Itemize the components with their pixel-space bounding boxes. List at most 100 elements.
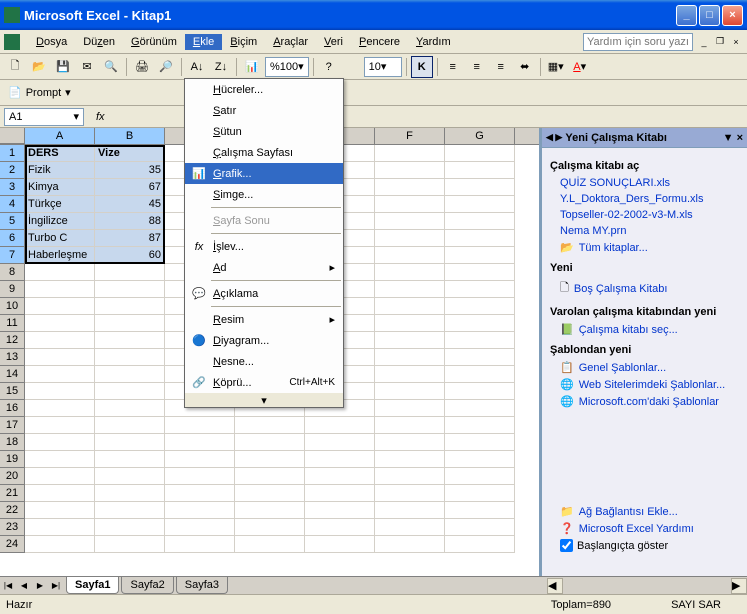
tp-link-general[interactable]: Genel Şablonlar...: [579, 362, 666, 374]
cell[interactable]: [375, 264, 445, 281]
menu-item-grafik[interactable]: 📊Grafik...: [185, 163, 343, 184]
name-box[interactable]: A1▾: [4, 108, 84, 126]
cell[interactable]: [25, 349, 95, 366]
cell[interactable]: [445, 230, 515, 247]
cell[interactable]: [445, 383, 515, 400]
row-header[interactable]: 6: [0, 230, 25, 247]
cell[interactable]: 60: [95, 247, 165, 264]
cell[interactable]: [445, 162, 515, 179]
menu-duzen[interactable]: Düzen: [75, 34, 123, 50]
cell[interactable]: [445, 247, 515, 264]
menu-item-ad[interactable]: Ad▸: [185, 257, 343, 278]
menu-item-simge[interactable]: Simge...: [185, 184, 343, 205]
open-button[interactable]: 📂: [28, 56, 50, 78]
cell[interactable]: [95, 298, 165, 315]
cell[interactable]: [445, 519, 515, 536]
cell[interactable]: [445, 264, 515, 281]
cell[interactable]: [375, 519, 445, 536]
row-header[interactable]: 10: [0, 298, 25, 315]
cell[interactable]: [305, 417, 375, 434]
cell[interactable]: [445, 196, 515, 213]
cell[interactable]: [25, 468, 95, 485]
help-button[interactable]: ?: [318, 56, 340, 78]
tp-link-network[interactable]: Ağ Bağlantısı Ekle...: [579, 506, 678, 518]
cell[interactable]: [25, 332, 95, 349]
cell[interactable]: [445, 485, 515, 502]
cell[interactable]: [25, 298, 95, 315]
cell[interactable]: [25, 417, 95, 434]
cell[interactable]: [95, 349, 165, 366]
sort-asc-button[interactable]: A↓: [186, 56, 208, 78]
cell[interactable]: [445, 366, 515, 383]
cell[interactable]: İngilizce: [25, 213, 95, 230]
row-header[interactable]: 18: [0, 434, 25, 451]
close-button[interactable]: ×: [722, 5, 743, 26]
help-search-input[interactable]: [583, 33, 693, 51]
row-header[interactable]: 5: [0, 213, 25, 230]
tp-link-file4[interactable]: Nema MY.prn: [560, 225, 626, 237]
row-header[interactable]: 17: [0, 417, 25, 434]
cell[interactable]: [95, 315, 165, 332]
cell[interactable]: [375, 196, 445, 213]
cell[interactable]: [305, 485, 375, 502]
cell[interactable]: [375, 179, 445, 196]
cell[interactable]: [235, 502, 305, 519]
zoom-combo[interactable]: %100 ▾: [265, 57, 309, 77]
cell[interactable]: [235, 451, 305, 468]
align-center-button[interactable]: ≡: [466, 56, 488, 78]
cell[interactable]: [375, 213, 445, 230]
tp-link-file1[interactable]: QUİZ SONUÇLARI.xls: [560, 177, 670, 189]
expand-menu-button[interactable]: ▾: [185, 393, 343, 407]
cell[interactable]: [235, 417, 305, 434]
row-header[interactable]: 11: [0, 315, 25, 332]
row-header[interactable]: 22: [0, 502, 25, 519]
cell[interactable]: [375, 298, 445, 315]
cell[interactable]: [25, 281, 95, 298]
cell[interactable]: [25, 502, 95, 519]
tp-link-more[interactable]: Tüm kitaplar...: [579, 242, 648, 254]
cell[interactable]: [95, 400, 165, 417]
row-header[interactable]: 24: [0, 536, 25, 553]
taskpane-header[interactable]: ◀ ▶ Yeni Çalışma Kitabı ▼ ×: [542, 128, 747, 148]
cell[interactable]: [165, 451, 235, 468]
menu-item-kpr[interactable]: 🔗Köprü...Ctrl+Alt+K: [185, 372, 343, 393]
fontcolor-button[interactable]: A▾: [569, 56, 591, 78]
fontsize-combo[interactable]: 10 ▾: [364, 57, 402, 77]
col-header-f[interactable]: F: [375, 128, 445, 144]
menu-veri[interactable]: Veri: [316, 34, 351, 50]
cell[interactable]: 87: [95, 230, 165, 247]
cell[interactable]: [445, 145, 515, 162]
cell[interactable]: [445, 315, 515, 332]
hscroll-left[interactable]: ◀: [547, 578, 563, 594]
cell[interactable]: [445, 349, 515, 366]
tab-first-button[interactable]: |◀: [0, 578, 16, 594]
menu-bicim[interactable]: Biçim: [222, 34, 265, 50]
row-header[interactable]: 4: [0, 196, 25, 213]
cell[interactable]: [95, 451, 165, 468]
menu-pencere[interactable]: Pencere: [351, 34, 408, 50]
app-icon[interactable]: [4, 34, 20, 50]
cell[interactable]: [165, 468, 235, 485]
row-header[interactable]: 13: [0, 349, 25, 366]
cell[interactable]: [445, 451, 515, 468]
cell[interactable]: [375, 366, 445, 383]
cell[interactable]: [25, 383, 95, 400]
cell[interactable]: [445, 502, 515, 519]
cell[interactable]: [165, 485, 235, 502]
sheet-tab-1[interactable]: Sayfa1: [66, 577, 119, 594]
cell[interactable]: [375, 230, 445, 247]
row-header[interactable]: 20: [0, 468, 25, 485]
cell[interactable]: [305, 502, 375, 519]
cell[interactable]: [375, 502, 445, 519]
row-header[interactable]: 1: [0, 145, 25, 162]
cell[interactable]: [25, 434, 95, 451]
row-header[interactable]: 14: [0, 366, 25, 383]
cell[interactable]: [445, 213, 515, 230]
borders-button[interactable]: ▦▾: [545, 56, 567, 78]
merge-button[interactable]: ⬌: [514, 56, 536, 78]
menu-yardim[interactable]: Yardım: [408, 34, 459, 50]
tab-prev-button[interactable]: ◀: [16, 578, 32, 594]
cell[interactable]: [375, 434, 445, 451]
cell[interactable]: [375, 536, 445, 553]
menu-item-lev[interactable]: fxİşlev...: [185, 236, 343, 257]
